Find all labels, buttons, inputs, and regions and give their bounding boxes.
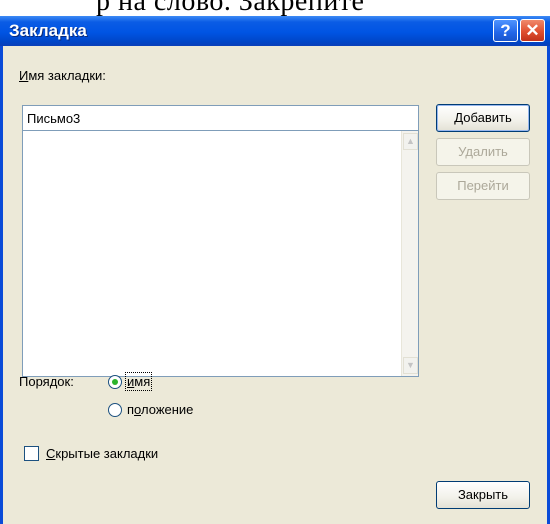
hidden-bookmarks-text: крытые закладки [55, 446, 159, 461]
document-caption-text: р на слово. Закрепите [96, 0, 365, 16]
dialog-title: Закладка [9, 21, 87, 40]
sort-by-position-radio[interactable] [108, 403, 122, 417]
goto-button[interactable]: Перейти [436, 172, 530, 200]
bookmark-list-scrollbar[interactable]: ▲ ▼ [401, 131, 418, 376]
help-button[interactable]: ? [493, 19, 518, 42]
bookmark-name-label-text: мя закладки: [28, 68, 106, 83]
add-button-accesskey: Д [454, 110, 464, 125]
close-button[interactable]: Закрыть [436, 481, 530, 509]
hidden-bookmarks-checkbox[interactable] [24, 446, 39, 461]
bookmark-name-label-accesskey: И [19, 68, 29, 83]
title-bar[interactable]: Закладка ? ✕ [0, 16, 550, 46]
sort-by-position-accesskey: о [134, 402, 141, 417]
sort-order-label: Порядок: [19, 374, 74, 389]
delete-button[interactable]: Удалить [436, 138, 530, 166]
add-button-label: обавить [463, 110, 512, 125]
sort-by-position-label[interactable]: положение [127, 402, 193, 417]
add-button[interactable]: Добавить [436, 104, 530, 132]
bookmark-list[interactable]: ▲ ▼ [22, 131, 419, 377]
close-window-button[interactable]: ✕ [520, 19, 545, 42]
sort-by-name-radio[interactable] [108, 375, 122, 389]
sort-by-position-text: ложение [141, 402, 194, 417]
hidden-bookmarks-label[interactable]: Скрытые закладки [46, 446, 158, 461]
bookmark-dialog: Закладка ? ✕ Имя закладки: ▲ ▼ Добавить … [0, 16, 550, 524]
bookmark-name-input[interactable] [22, 105, 419, 131]
document-caption-strip: р на слово. Закрепите [0, 0, 550, 16]
sort-by-name-text: мя [134, 374, 151, 389]
sort-by-position-text-pre: п [127, 402, 135, 417]
scroll-down-arrow-icon[interactable]: ▼ [403, 357, 418, 374]
hidden-bookmarks-accesskey: С [46, 446, 56, 461]
bookmark-name-label: Имя закладки: [19, 68, 106, 83]
sort-by-name-label[interactable]: имя [124, 372, 153, 391]
scroll-up-arrow-icon[interactable]: ▲ [403, 133, 418, 150]
